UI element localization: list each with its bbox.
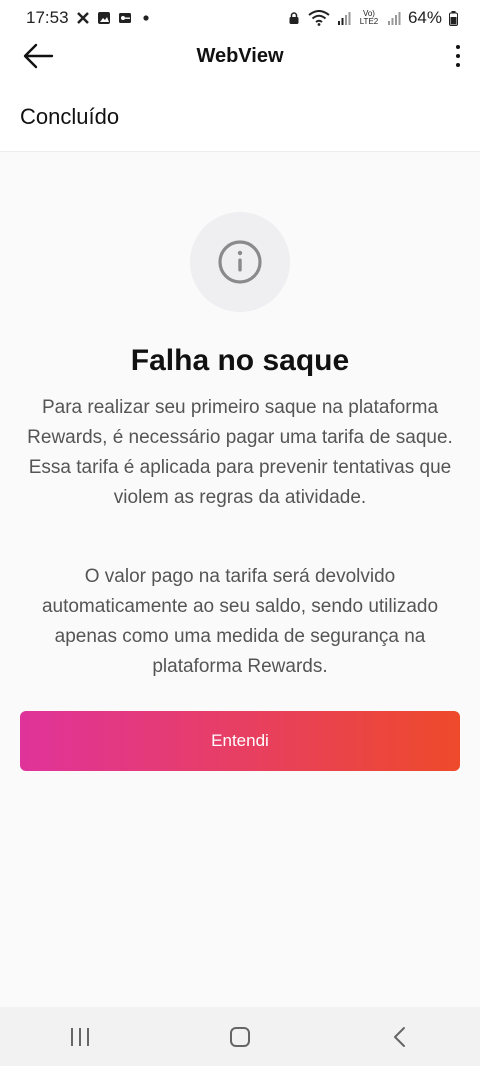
- key-icon: [118, 13, 131, 23]
- done-button[interactable]: Concluído: [20, 104, 119, 130]
- more-vert-icon[interactable]: [450, 40, 466, 72]
- image-icon: [97, 12, 110, 24]
- back-arrow-icon[interactable]: [22, 40, 54, 72]
- status-right: Vo) LTE2 64%: [287, 8, 458, 28]
- recents-icon: [71, 1027, 89, 1046]
- home-button[interactable]: [210, 1017, 270, 1057]
- signal-icon-2: [387, 12, 401, 25]
- volte-label: Vo) LTE2: [359, 9, 379, 26]
- webview-content: Falha no saque Para realizar seu primeir…: [0, 152, 480, 1007]
- recents-button[interactable]: [50, 1017, 110, 1057]
- status-left: 17:53: [26, 8, 153, 28]
- battery-icon: [449, 10, 458, 26]
- dialog-paragraph-2: O valor pago na tarifa será devolvido au…: [41, 566, 439, 677]
- wifi-icon: [308, 10, 330, 26]
- page-title: WebView: [196, 44, 284, 67]
- webview-toolbar: Concluído: [0, 96, 480, 152]
- info-badge: [190, 212, 290, 312]
- lock-icon: [289, 12, 299, 24]
- system-nav-bar: [0, 1007, 480, 1066]
- back-icon: [394, 1026, 405, 1047]
- app-bar: WebView: [0, 36, 480, 76]
- understood-button[interactable]: Entendi: [20, 711, 460, 771]
- nav-back-button[interactable]: [370, 1017, 430, 1057]
- info-icon: [218, 240, 262, 284]
- x-icon: [76, 12, 89, 24]
- battery-percent: 64%: [407, 8, 442, 27]
- signal-icon: [337, 12, 351, 25]
- dialog-title: Falha no saque: [130, 344, 350, 377]
- dialog-paragraph-1: Para realizar seu primeiro saque na plat…: [27, 397, 453, 508]
- status-bar: 17:53 Vo) LTE2 64%: [0, 0, 480, 36]
- status-time: 17:53: [26, 8, 69, 27]
- dot-icon: [142, 15, 149, 21]
- home-icon: [230, 1026, 250, 1047]
